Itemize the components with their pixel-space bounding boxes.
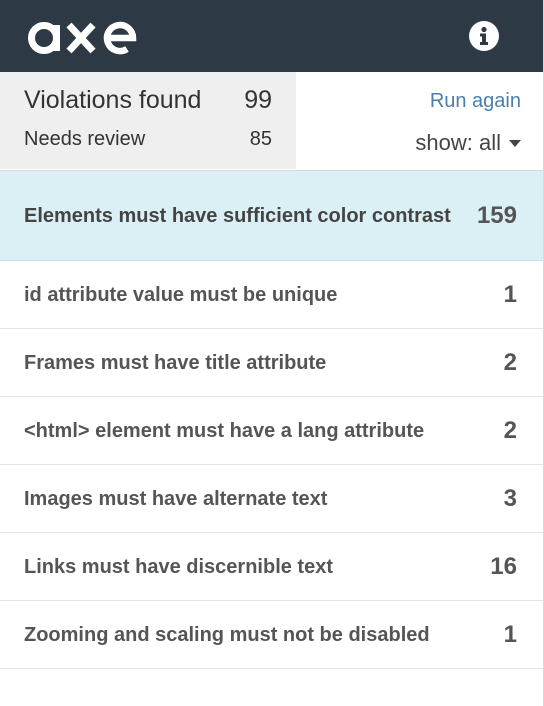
issue-count: 16 <box>490 552 517 580</box>
issue-row-frame-title[interactable]: Frames must have title attribute 2 <box>0 329 543 397</box>
issue-list: Elements must have sufficient color cont… <box>0 171 543 669</box>
results-summary: Violations found 99 Needs review 85 Run … <box>0 72 543 171</box>
issue-title: Links must have discernible text <box>24 555 333 578</box>
run-again-button[interactable]: Run again <box>430 90 521 113</box>
issue-count: 1 <box>503 280 517 308</box>
needs-review-count: 85 <box>249 128 272 150</box>
issue-row-html-lang[interactable]: <html> element must have a lang attribut… <box>0 397 543 465</box>
issue-title: <html> element must have a lang attribut… <box>24 419 425 442</box>
issue-title: Frames must have title attribute <box>24 351 327 374</box>
issue-title: Elements must have sufficient color cont… <box>24 204 451 227</box>
violations-count: 99 <box>244 86 272 114</box>
issue-title: Images must have alternate text <box>24 487 328 510</box>
issue-row-image-alt[interactable]: Images must have alternate text 3 <box>0 465 543 533</box>
issue-count: 2 <box>503 348 517 376</box>
needs-review-count-row: Needs review 85 <box>24 128 272 151</box>
axe-logo <box>28 21 137 55</box>
chevron-down-icon <box>509 139 521 147</box>
issue-count: 159 <box>476 201 517 229</box>
issue-counts: Violations found 99 Needs review 85 <box>0 72 296 169</box>
show-filter-label: show: all <box>415 130 501 155</box>
issue-row-color-contrast[interactable]: Elements must have sufficient color cont… <box>0 171 543 261</box>
issue-row-duplicate-id[interactable]: id attribute value must be unique 1 <box>0 261 543 329</box>
issue-count: 1 <box>503 620 517 648</box>
violations-label: Violations found <box>24 86 202 114</box>
issue-count: 2 <box>503 416 517 444</box>
violations-count-row: Violations found 99 <box>24 86 272 115</box>
needs-review-label: Needs review <box>24 128 146 150</box>
issue-count: 3 <box>503 484 517 512</box>
axe-panel: Violations found 99 Needs review 85 Run … <box>0 0 544 706</box>
issue-title: id attribute value must be unique <box>24 283 338 306</box>
issue-title: Zooming and scaling must not be disabled <box>24 623 430 646</box>
summary-actions: Run again show: all <box>296 72 543 169</box>
show-filter-dropdown[interactable]: show: all <box>415 130 521 156</box>
issue-row-link-name[interactable]: Links must have discernible text 16 <box>0 533 543 601</box>
header-bar <box>0 0 543 72</box>
info-icon[interactable] <box>469 21 499 51</box>
issue-row-meta-viewport[interactable]: Zooming and scaling must not be disabled… <box>0 601 543 669</box>
